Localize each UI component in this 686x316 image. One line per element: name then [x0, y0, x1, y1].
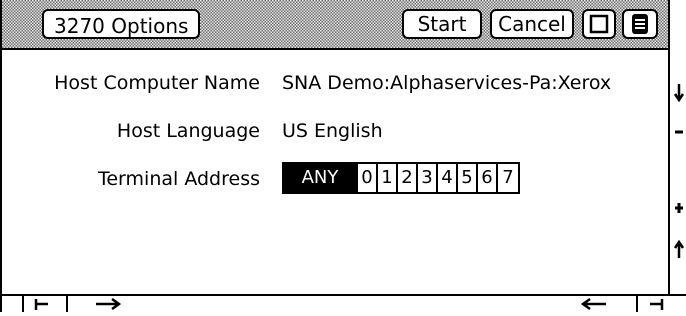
address-option-any[interactable]: ANY [284, 164, 358, 192]
address-option-4[interactable]: 4 [438, 164, 458, 192]
address-option-6[interactable]: 6 [478, 164, 498, 192]
horizontal-scrollbar[interactable] [2, 294, 686, 312]
window-box-button[interactable] [582, 9, 616, 39]
cancel-button[interactable]: Cancel [490, 9, 574, 39]
start-button[interactable]: Start [402, 9, 482, 39]
scroll-divider [66, 296, 68, 312]
scroll-divider [636, 296, 638, 312]
vertical-scrollbar[interactable] [668, 0, 686, 294]
square-icon [589, 14, 609, 34]
address-option-0[interactable]: 0 [358, 164, 378, 192]
options-window: 3270 Options Start Cancel Host Computer … [0, 0, 686, 312]
address-option-5[interactable]: 5 [458, 164, 478, 192]
window-title: 3270 Options [42, 9, 201, 39]
host-language-field[interactable]: US English [282, 120, 383, 142]
plus-icon[interactable] [670, 198, 686, 218]
minus-icon[interactable] [670, 122, 686, 142]
address-option-2[interactable]: 2 [398, 164, 418, 192]
arrow-left-icon[interactable] [578, 296, 608, 312]
arrow-down-icon[interactable] [670, 82, 686, 102]
scroll-left-end-icon[interactable] [30, 296, 54, 312]
menu-icon [632, 14, 648, 34]
host-computer-name-field[interactable]: SNA Demo:Alphaservices-Pa:Xerox [282, 72, 611, 94]
address-option-7[interactable]: 7 [498, 164, 518, 192]
arrow-right-icon[interactable] [94, 296, 124, 312]
terminal-address-selector: ANY 0 1 2 3 4 5 6 7 [282, 162, 520, 194]
scroll-divider [22, 296, 24, 312]
options-form: Host Computer Name SNA Demo:Alphaservice… [2, 50, 668, 294]
window-menu-button[interactable] [622, 9, 658, 39]
title-bar[interactable]: 3270 Options Start Cancel [2, 0, 668, 50]
terminal-address-label: Terminal Address [97, 168, 260, 190]
arrow-up-icon[interactable] [670, 240, 686, 260]
address-option-3[interactable]: 3 [418, 164, 438, 192]
host-language-label: Host Language [116, 120, 260, 142]
scroll-right-end-icon[interactable] [646, 296, 668, 312]
host-computer-name-label: Host Computer Name [54, 72, 260, 94]
address-option-1[interactable]: 1 [378, 164, 398, 192]
